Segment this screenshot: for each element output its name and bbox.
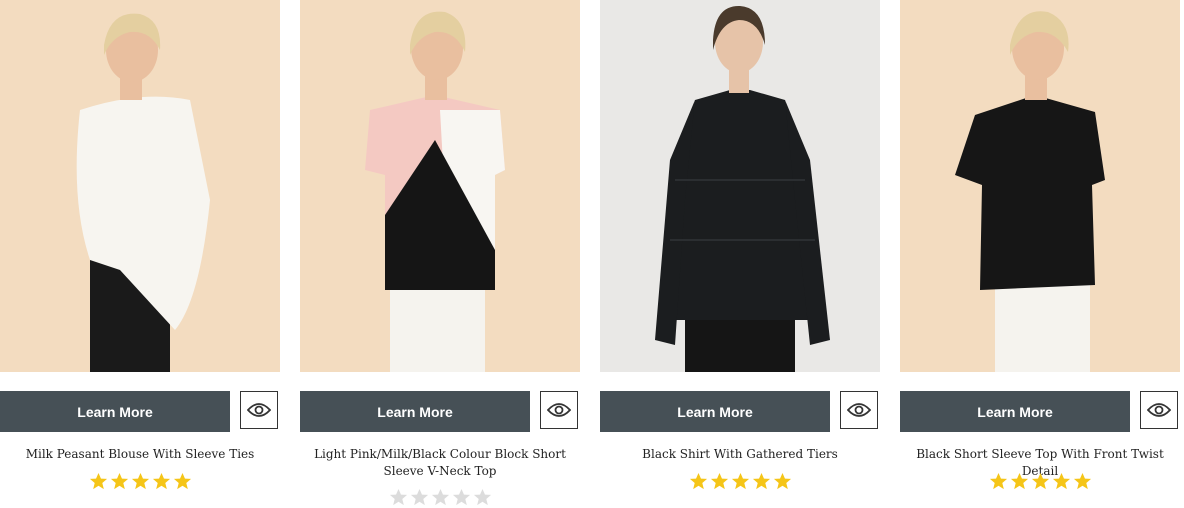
star-icon — [452, 488, 470, 506]
star-rating — [0, 472, 280, 492]
star-icon — [152, 472, 170, 490]
star-icon — [1031, 472, 1049, 490]
product-card: Learn More Black Shirt With Gathered Tie… — [600, 0, 882, 493]
star-icon — [389, 488, 407, 506]
product-image[interactable] — [0, 0, 280, 372]
product-title[interactable]: Black Shirt With Gathered Tiers — [600, 446, 880, 463]
star-icon — [110, 472, 128, 490]
quick-view-button[interactable] — [840, 391, 878, 429]
star-icon — [173, 472, 191, 490]
product-image[interactable] — [600, 0, 880, 372]
star-icon — [752, 472, 770, 490]
learn-more-button[interactable]: Learn More — [900, 391, 1130, 432]
star-icon — [89, 472, 107, 490]
eye-icon — [847, 403, 871, 417]
learn-more-button[interactable]: Learn More — [0, 391, 230, 432]
product-title[interactable]: Milk Peasant Blouse With Sleeve Ties — [0, 446, 280, 463]
star-icon — [1052, 472, 1070, 490]
star-icon — [473, 488, 491, 506]
star-icon — [1073, 472, 1091, 490]
star-rating — [300, 488, 580, 508]
product-image[interactable] — [900, 0, 1180, 372]
product-title[interactable]: Light Pink/Milk/Black Colour Block Short… — [300, 446, 580, 480]
product-image[interactable] — [300, 0, 580, 372]
star-icon — [710, 472, 728, 490]
eye-icon — [1147, 403, 1171, 417]
star-icon — [989, 472, 1007, 490]
star-rating — [900, 472, 1180, 492]
star-icon — [431, 488, 449, 506]
star-icon — [689, 472, 707, 490]
learn-more-button[interactable]: Learn More — [300, 391, 530, 432]
star-icon — [773, 472, 791, 490]
product-card: Learn More Light Pink/Milk/Black Colour … — [300, 0, 582, 506]
quick-view-button[interactable] — [240, 391, 278, 429]
star-rating — [600, 472, 880, 492]
star-icon — [410, 488, 428, 506]
star-icon — [1010, 472, 1028, 490]
learn-more-button[interactable]: Learn More — [600, 391, 830, 432]
star-icon — [731, 472, 749, 490]
product-card: Learn More Black Short Sleeve Top With F… — [900, 0, 1182, 493]
eye-icon — [547, 403, 571, 417]
eye-icon — [247, 403, 271, 417]
product-card: Learn More Milk Peasant Blouse With Slee… — [0, 0, 282, 493]
quick-view-button[interactable] — [1140, 391, 1178, 429]
star-icon — [131, 472, 149, 490]
product-grid: Learn More Milk Peasant Blouse With Slee… — [0, 0, 1184, 506]
quick-view-button[interactable] — [540, 391, 578, 429]
